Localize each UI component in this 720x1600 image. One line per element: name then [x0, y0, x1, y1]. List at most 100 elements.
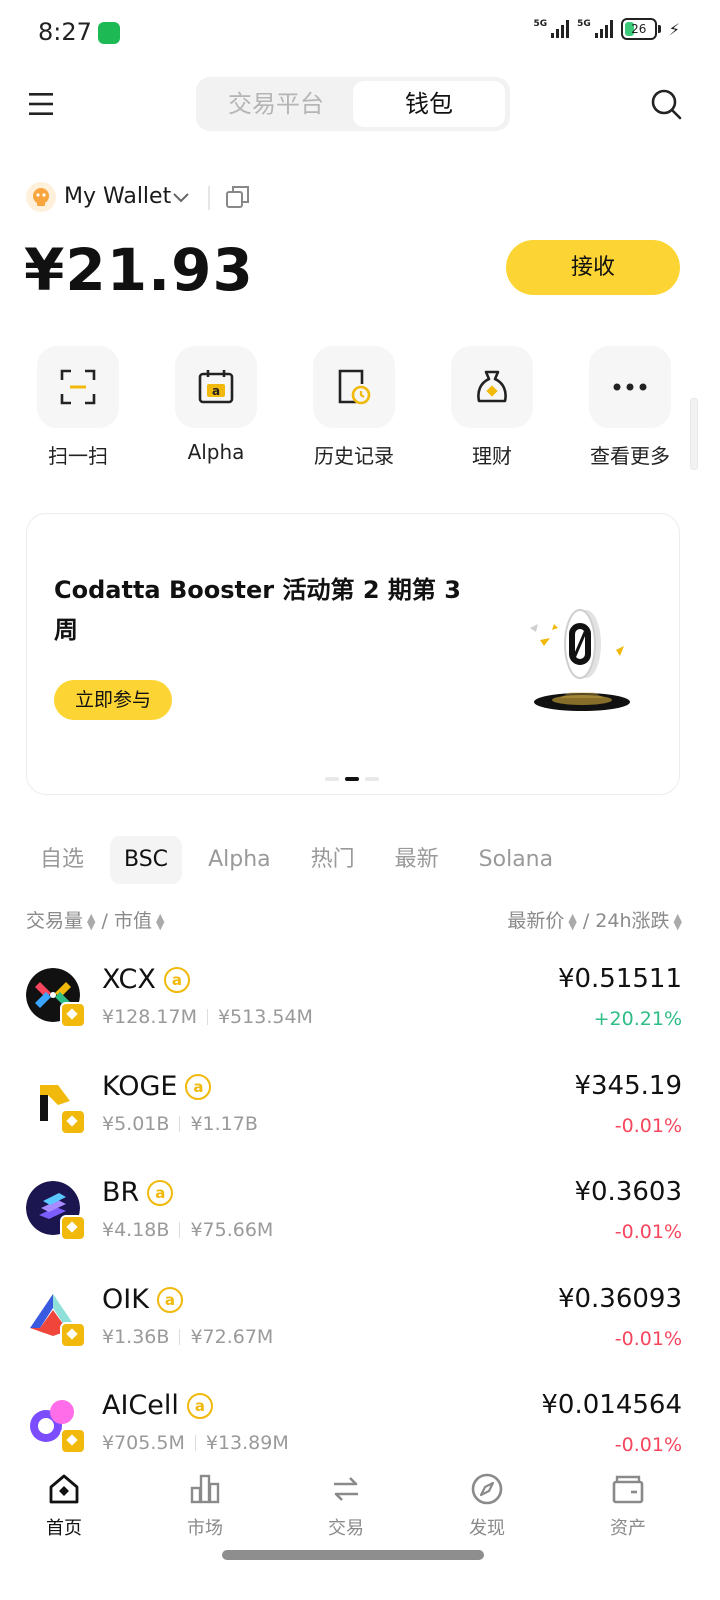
more-icon	[613, 383, 647, 391]
token-symbol: AICell	[102, 1390, 179, 1421]
tab-hot[interactable]: 热门	[297, 836, 369, 884]
token-price: ¥0.3603	[574, 1177, 682, 1207]
nav-discover[interactable]: 发现	[437, 1472, 537, 1540]
token-volume: ¥1.36B	[102, 1326, 170, 1348]
alpha-badge-icon: a	[156, 1287, 183, 1313]
join-now-button[interactable]: 立即参与	[54, 680, 172, 720]
nav-home[interactable]: 首页	[14, 1472, 114, 1540]
signal-icon	[594, 20, 613, 38]
token-change: -0.01%	[614, 1434, 682, 1456]
nav-label: 市场	[187, 1518, 223, 1539]
home-icon	[49, 1474, 79, 1504]
sort-arrows-icon[interactable]: ▲ ▼	[87, 912, 95, 931]
token-market-cap: ¥13.89M	[205, 1432, 289, 1454]
sort-arrows-icon[interactable]: ▲ ▼	[156, 912, 164, 931]
divider	[208, 186, 210, 210]
token-market-cap: ¥513.54M	[217, 1006, 313, 1028]
nav-label: 交易	[328, 1518, 364, 1539]
mode-switch: 交易平台 钱包	[196, 77, 510, 131]
bnb-chain-badge	[60, 1109, 86, 1135]
token-volume: ¥4.18B	[102, 1219, 170, 1241]
scrollbar[interactable]	[690, 398, 698, 470]
alpha-calendar-icon: a	[198, 370, 234, 404]
sort-divider: /	[582, 910, 590, 932]
sort-arrows-icon[interactable]: ▲ ▼	[568, 912, 576, 931]
tab-alpha[interactable]: Alpha	[194, 836, 285, 884]
token-price: ¥345.19	[574, 1071, 682, 1101]
tab-bsc[interactable]: BSC	[110, 836, 183, 884]
token-change: -0.01%	[614, 1221, 682, 1243]
quick-action-more[interactable]: 查看更多	[588, 346, 672, 469]
alpha-badge-icon: a	[186, 1393, 213, 1419]
tab-solana[interactable]: Solana	[465, 836, 567, 884]
token-market-cap: ¥75.66M	[190, 1219, 274, 1241]
quick-action-earn[interactable]: 理财	[450, 346, 534, 469]
quick-action-scan[interactable]: 扫一扫	[36, 346, 120, 469]
nav-label: 发现	[469, 1518, 505, 1539]
sort-market-cap[interactable]: 市值	[114, 910, 152, 932]
sort-price[interactable]: 最新价	[507, 910, 564, 932]
market-chart-icon	[190, 1474, 220, 1504]
token-symbol: XCX	[102, 964, 156, 995]
status-indicators: 5G 5G 26 ⚡	[533, 18, 680, 40]
network-type-2: 5G	[577, 19, 591, 29]
pagination-dot[interactable]	[325, 777, 339, 781]
nav-trade[interactable]: 交易	[296, 1472, 396, 1540]
quick-action-label: 查看更多	[590, 444, 670, 468]
bnb-chain-badge	[60, 1002, 86, 1028]
quick-action-label: 扫一扫	[48, 444, 108, 468]
search-icon[interactable]	[650, 88, 682, 120]
compass-icon	[471, 1473, 503, 1505]
token-market-cap: ¥72.67M	[190, 1326, 274, 1348]
token-symbol: BR	[102, 1177, 140, 1208]
trade-swap-icon	[334, 1477, 358, 1501]
sort-24h-change[interactable]: 24h涨跌	[595, 910, 669, 932]
token-market-cap: ¥1.17B	[190, 1113, 258, 1135]
wallet-name[interactable]: My Wallet	[64, 182, 171, 212]
sort-volume[interactable]: 交易量	[26, 910, 83, 932]
tab-exchange[interactable]: 交易平台	[200, 81, 352, 127]
pagination-dot[interactable]	[365, 777, 379, 781]
tab-wallet[interactable]: 钱包	[353, 81, 505, 127]
wallet-avatar[interactable]	[26, 182, 56, 212]
copy-icon[interactable]	[225, 184, 251, 210]
nav-market[interactable]: 市场	[155, 1472, 255, 1540]
quick-action-label: 理财	[472, 444, 512, 468]
chevron-down-icon[interactable]	[172, 190, 190, 204]
battery-level: 26	[631, 22, 647, 36]
network-type-1: 5G	[533, 19, 548, 29]
wallet-icon	[612, 1475, 644, 1504]
nav-label: 首页	[46, 1518, 82, 1539]
tab-newest[interactable]: 最新	[381, 836, 453, 884]
token-price: ¥0.014564	[541, 1390, 682, 1420]
token-change: -0.01%	[614, 1115, 682, 1137]
menu-icon[interactable]	[28, 90, 54, 118]
home-indicator[interactable]	[222, 1550, 484, 1560]
alpha-badge-icon: a	[185, 1074, 212, 1100]
quick-action-label: 历史记录	[314, 444, 394, 468]
quick-action-history[interactable]: 历史记录	[312, 346, 396, 469]
banner-pagination	[325, 777, 379, 781]
token-row[interactable]: OIK a ¥1.36B ¥72.67M ¥0.36093 -0.01%	[26, 1284, 682, 1378]
token-volume: ¥5.01B	[102, 1113, 170, 1135]
sort-arrows-icon[interactable]: ▲ ▼	[674, 912, 682, 931]
svg-text:a: a	[212, 384, 220, 398]
token-row[interactable]: XCX a ¥128.17M ¥513.54M ¥0.51511 +20.21%	[26, 964, 682, 1058]
token-change: +20.21%	[593, 1008, 682, 1030]
alpha-badge-icon: a	[147, 1180, 174, 1206]
pagination-dot-active[interactable]	[345, 777, 359, 781]
token-row[interactable]: BR a ¥4.18B ¥75.66M ¥0.3603 -0.01%	[26, 1177, 682, 1271]
quick-action-alpha[interactable]: a Alpha	[174, 346, 258, 464]
token-symbol: OIK	[102, 1284, 149, 1315]
receive-button[interactable]: 接收	[506, 240, 680, 295]
token-price: ¥0.36093	[557, 1284, 682, 1314]
alpha-badge-icon: a	[163, 967, 190, 993]
token-row[interactable]: KOGE a ¥5.01B ¥1.17B ¥345.19 -0.01%	[26, 1071, 682, 1165]
tab-favorites[interactable]: 自选	[26, 836, 98, 884]
codatta-coin-illustration	[530, 609, 630, 711]
charging-icon: ⚡	[668, 19, 680, 39]
signal-icon	[551, 20, 570, 38]
bnb-chain-badge	[60, 1322, 86, 1348]
nav-assets[interactable]: 资产	[578, 1472, 678, 1540]
token-symbol: KOGE	[102, 1071, 178, 1102]
